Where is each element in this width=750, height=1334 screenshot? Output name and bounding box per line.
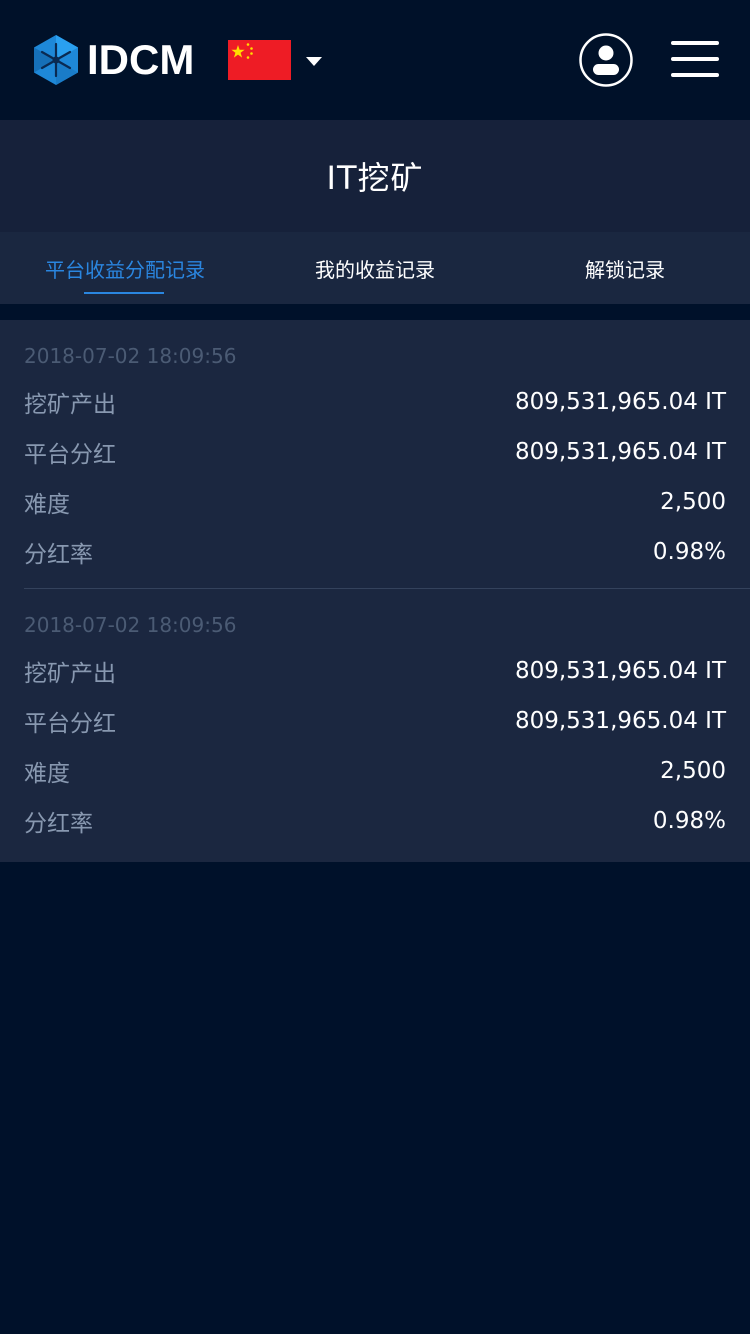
idcm-logo-icon bbox=[34, 35, 78, 85]
chevron-down-icon[interactable] bbox=[304, 54, 324, 68]
record-row-difficulty: 难度 2,500 bbox=[24, 484, 726, 520]
record-card: 2018-07-02 18:09:56 挖矿产出 809,531,965.04 … bbox=[24, 588, 750, 857]
user-account-icon[interactable] bbox=[579, 33, 633, 87]
tab-my-earnings-records[interactable]: 我的收益记录 bbox=[250, 232, 500, 304]
row-label: 平台分红 bbox=[24, 442, 116, 468]
row-value: 0.98% bbox=[652, 808, 726, 834]
row-label: 分红率 bbox=[24, 542, 93, 568]
row-value: 809,531,965.04 IT bbox=[514, 389, 726, 415]
records-list: 2018-07-02 18:09:56 挖矿产出 809,531,965.04 … bbox=[0, 320, 750, 862]
top-header: IDCM bbox=[0, 0, 750, 120]
tab-platform-distribution-records[interactable]: 平台收益分配记录 bbox=[0, 232, 250, 304]
tab-unlock-records[interactable]: 解锁记录 bbox=[500, 232, 750, 304]
record-row-dividend-rate: 分红率 0.98% bbox=[24, 534, 726, 570]
row-label: 分红率 bbox=[24, 811, 93, 837]
tab-label: 解锁记录 bbox=[585, 257, 665, 282]
row-value: 809,531,965.04 IT bbox=[514, 658, 726, 684]
row-value: 809,531,965.04 IT bbox=[514, 708, 726, 734]
row-label: 难度 bbox=[24, 492, 70, 518]
row-value: 2,500 bbox=[660, 489, 726, 515]
row-label: 平台分红 bbox=[24, 711, 116, 737]
record-card: 2018-07-02 18:09:56 挖矿产出 809,531,965.04 … bbox=[24, 320, 750, 588]
record-row-platform-dividend: 平台分红 809,531,965.04 IT bbox=[24, 703, 726, 739]
china-flag-icon[interactable] bbox=[228, 40, 291, 80]
row-label: 难度 bbox=[24, 761, 70, 787]
record-timestamp: 2018-07-02 18:09:56 bbox=[24, 613, 237, 637]
record-row-mining-output: 挖矿产出 809,531,965.04 IT bbox=[24, 384, 726, 420]
logo-text: IDCM bbox=[87, 36, 195, 83]
row-label: 挖矿产出 bbox=[24, 661, 116, 687]
tab-label: 平台收益分配记录 bbox=[45, 257, 205, 282]
page-title-bar: IT挖矿 bbox=[0, 120, 750, 232]
row-label: 挖矿产出 bbox=[24, 392, 116, 418]
record-row-mining-output: 挖矿产出 809,531,965.04 IT bbox=[24, 653, 726, 689]
record-tabs: 平台收益分配记录 我的收益记录 解锁记录 bbox=[0, 232, 750, 304]
active-tab-indicator bbox=[84, 292, 164, 294]
tab-label: 我的收益记录 bbox=[315, 257, 435, 282]
hamburger-menu-icon[interactable] bbox=[670, 40, 720, 80]
record-timestamp: 2018-07-02 18:09:56 bbox=[24, 344, 237, 368]
row-value: 2,500 bbox=[660, 758, 726, 784]
page-title: IT挖矿 bbox=[326, 159, 424, 197]
idcm-logo[interactable]: IDCM bbox=[33, 34, 194, 86]
row-value: 0.98% bbox=[652, 539, 726, 565]
row-value: 809,531,965.04 IT bbox=[514, 439, 726, 465]
record-row-dividend-rate: 分红率 0.98% bbox=[24, 803, 726, 839]
record-row-platform-dividend: 平台分红 809,531,965.04 IT bbox=[24, 434, 726, 470]
record-row-difficulty: 难度 2,500 bbox=[24, 753, 726, 789]
